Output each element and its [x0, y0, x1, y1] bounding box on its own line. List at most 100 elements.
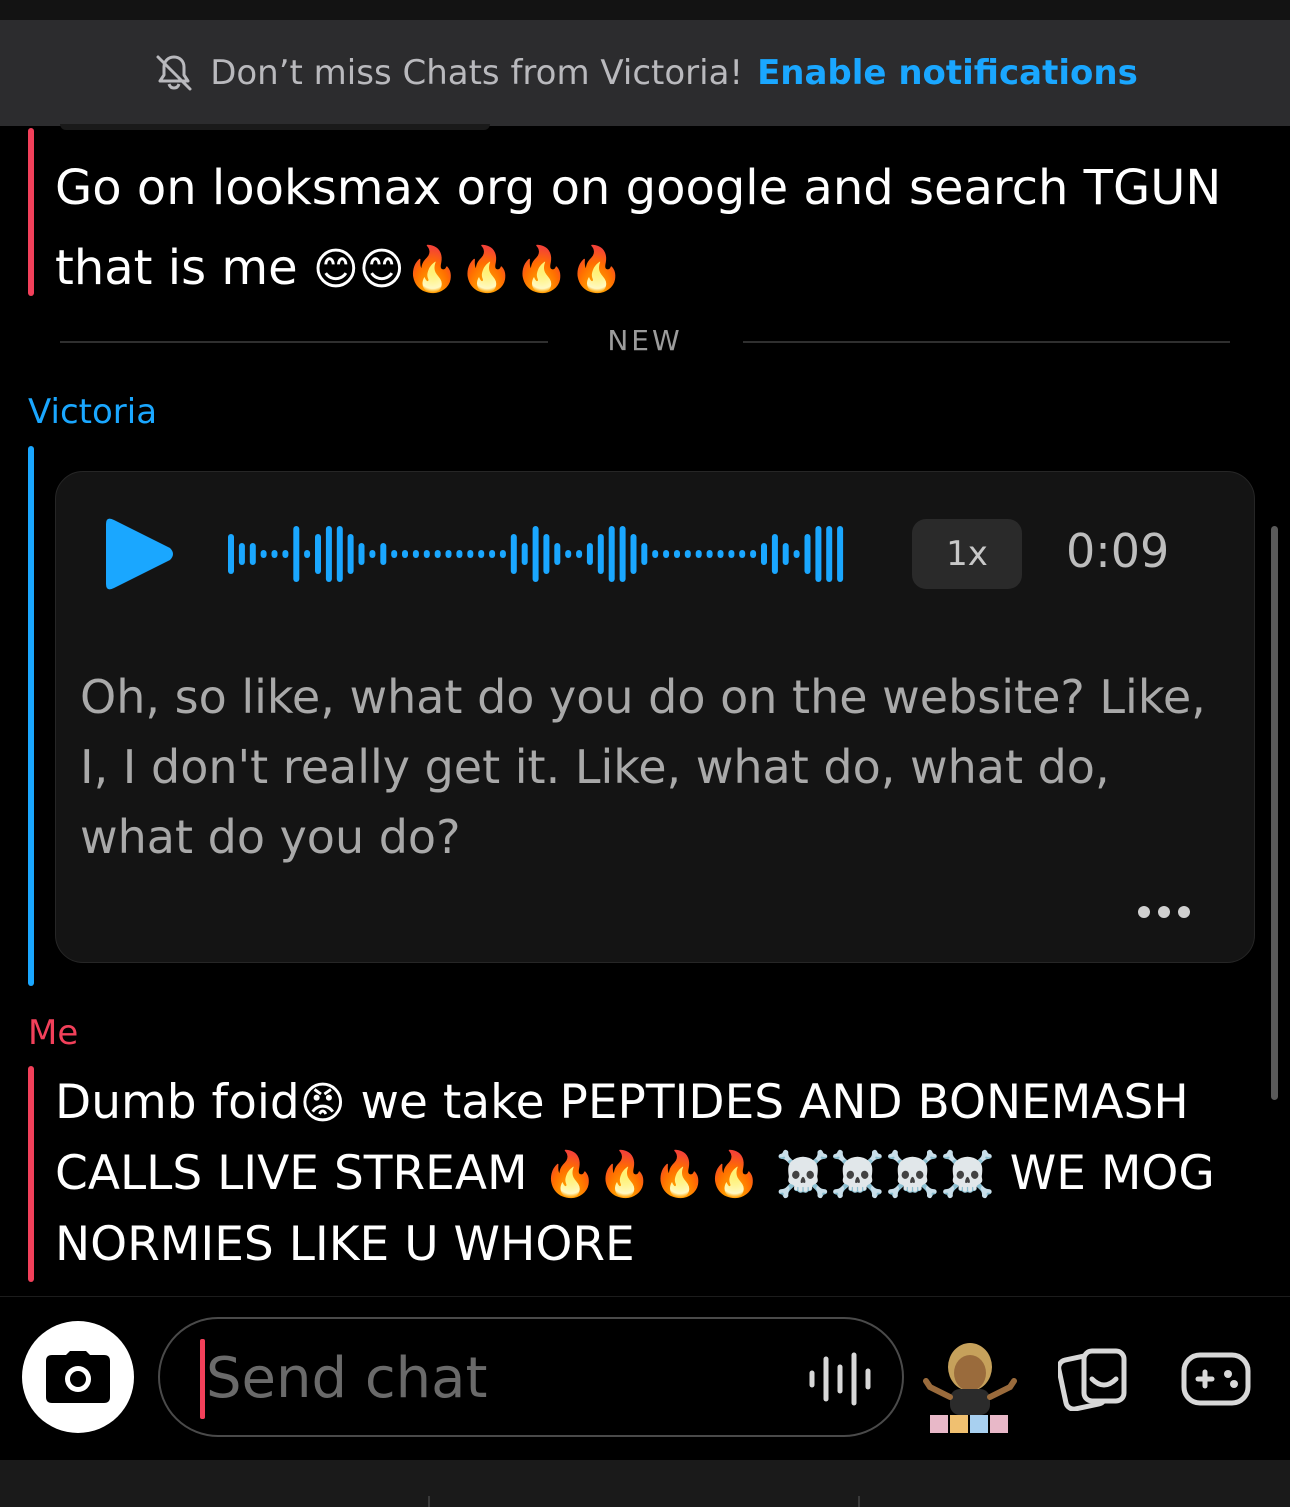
voice-note-card[interactable]: 1x 0:09 Oh, so like, what do you do on t… [55, 471, 1255, 963]
waveform-bar [315, 534, 321, 574]
waveform-bar [663, 550, 670, 558]
waveform-bar [771, 534, 778, 574]
more-icon[interactable] [1138, 902, 1190, 922]
previous-message-edge [60, 124, 490, 130]
text-caret [200, 1339, 205, 1419]
waveform-bar [826, 526, 833, 582]
nav-divider [428, 1496, 430, 1507]
waveform-bar [304, 550, 311, 558]
camera-icon [46, 1351, 110, 1403]
waveform-bar [391, 550, 398, 558]
waveform-bar [489, 550, 496, 558]
games-icon[interactable] [1180, 1347, 1252, 1411]
waveform-bar [434, 550, 441, 558]
waveform-bar [412, 550, 419, 558]
waveform-bar [597, 534, 604, 574]
new-messages-divider: NEW [60, 320, 1230, 364]
waveform-bar [271, 550, 278, 558]
waveform-bar [554, 543, 561, 565]
waveform-bar [336, 526, 343, 582]
waveform-bar [228, 534, 234, 574]
stickers-icon[interactable] [1058, 1347, 1130, 1411]
notification-banner: Don’t miss Chats from Victoria! Enable n… [0, 20, 1290, 126]
message-part-1: Dumb foid [55, 1075, 300, 1130]
waveform-bar [467, 550, 474, 558]
message-bar [28, 446, 34, 986]
scrollbar[interactable] [1271, 526, 1278, 1100]
waveform-bar [325, 526, 332, 582]
composer: Send chat [0, 1296, 1290, 1461]
waveform-icon[interactable] [228, 518, 848, 590]
waveform-bar [815, 526, 822, 582]
playback-speed-button[interactable]: 1x [912, 519, 1022, 589]
message-text: Go on looksmax org on google and search … [55, 148, 1265, 310]
divider-line-right [743, 341, 1230, 343]
sender-name-victoria: Victoria [28, 392, 158, 432]
waveform-bar [750, 550, 757, 558]
message-line-2-text: that is me [55, 240, 313, 296]
waveform-bar [532, 526, 539, 582]
waveform-bar [543, 534, 550, 574]
chat-input-placeholder: Send chat [206, 1346, 488, 1411]
waveform-bar [521, 543, 528, 565]
status-bar [0, 0, 1290, 20]
waveform-bar [804, 534, 811, 574]
waveform-bar [782, 543, 789, 565]
enable-notifications-link[interactable]: Enable notifications [757, 53, 1138, 93]
waveform-bar [238, 543, 245, 565]
waveform-bar [674, 550, 680, 558]
waveform-bar [358, 543, 365, 565]
waveform-bar [369, 550, 376, 558]
waveform-bar [499, 550, 506, 558]
sender-name-me: Me [28, 1013, 79, 1053]
message-emoji-2: 🔥🔥🔥🔥 ☠️☠️☠️☠️ [542, 1149, 995, 1200]
waveform-bar [630, 534, 637, 574]
message-bar [28, 1066, 34, 1282]
waveform-bar [619, 526, 626, 582]
banner-text: Don’t miss Chats from Victoria! [210, 53, 744, 93]
waveform-bar [402, 550, 408, 558]
waveform-bar [282, 550, 289, 558]
waveform-bar [347, 534, 354, 574]
waveform-bar [739, 550, 746, 558]
message-emojis: 😊😊🔥🔥🔥🔥 [312, 244, 624, 295]
message-emoji-1: 😡 [299, 1078, 346, 1129]
waveform-bar [456, 550, 463, 558]
waveform-bar [793, 550, 800, 558]
voice-transcript: Oh, so like, what do you do on the websi… [80, 670, 1206, 864]
bottom-navigation [0, 1460, 1290, 1507]
waveform-bar [510, 534, 517, 574]
waveform-bar [423, 550, 430, 558]
waveform-bar [576, 550, 583, 558]
waveform-bar [837, 526, 844, 582]
message-line-2: that is me 😊😊🔥🔥🔥🔥 [55, 228, 1265, 310]
chat-input[interactable]: Send chat [158, 1317, 904, 1437]
bitmoji-avatar[interactable] [922, 1337, 1018, 1435]
waveform-bar [652, 550, 659, 558]
nav-divider [858, 1496, 860, 1507]
waveform-bar [586, 543, 593, 565]
waveform-bar [684, 550, 691, 558]
waveform-bar [706, 550, 713, 558]
message-bar [28, 128, 34, 296]
waveform-bar [249, 543, 256, 565]
voice-duration: 0:09 [1066, 524, 1170, 578]
waveform-bar [641, 543, 648, 565]
waveform-bar [380, 543, 387, 565]
waveform-bar [293, 526, 300, 582]
camera-button[interactable] [22, 1321, 134, 1433]
waveform-bar [478, 550, 485, 558]
waveform-bar [445, 550, 452, 558]
message-text: Dumb foid😡 we take PEPTIDES AND BONEMASH… [55, 1068, 1265, 1280]
waveform-bar [695, 550, 702, 558]
bell-off-icon [156, 55, 192, 91]
microphone-icon[interactable] [806, 1349, 876, 1409]
waveform-bar [761, 543, 767, 565]
waveform-bar [728, 550, 735, 558]
waveform-bar [717, 550, 724, 558]
waveform-bar [608, 526, 615, 582]
waveform-bar [565, 550, 572, 558]
play-icon[interactable] [98, 514, 178, 594]
message-line-1: Go on looksmax org on google and search … [55, 160, 1222, 216]
waveform-bar [260, 550, 267, 558]
